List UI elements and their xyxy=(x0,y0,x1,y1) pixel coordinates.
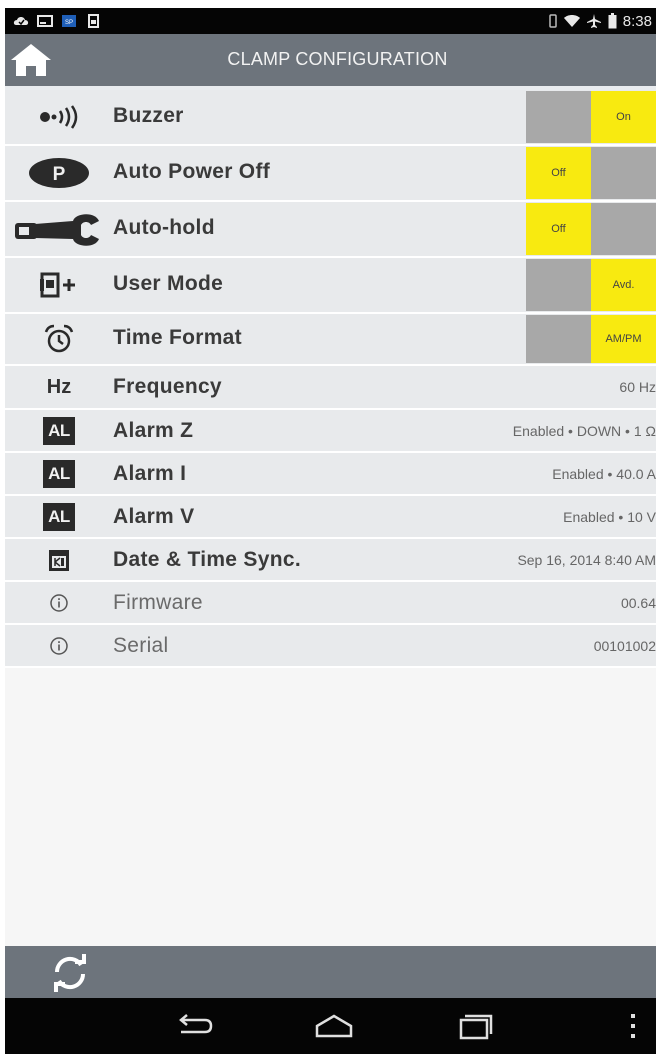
sim-icon xyxy=(88,14,99,28)
setting-label: Alarm V xyxy=(113,505,195,528)
setting-label: Time Format xyxy=(113,326,242,349)
setting-row-alarm-z[interactable]: AL Alarm Z Enabled • DOWN • 1 Ω xyxy=(5,410,656,453)
toggle-off-segment[interactable] xyxy=(526,315,591,363)
info-row-firmware: Firmware 00.64 xyxy=(5,582,656,625)
setting-value: Enabled • 40.0 A xyxy=(552,466,656,482)
toggle-on-segment[interactable] xyxy=(591,147,656,199)
info-icon xyxy=(13,582,105,623)
setting-label: Buzzer xyxy=(113,104,184,127)
cloud-icon xyxy=(13,17,29,26)
page-title: CLAMP CONFIGURATION xyxy=(227,49,448,69)
app-header: CLAMP CONFIGURATION xyxy=(5,34,656,86)
airplane-icon xyxy=(586,14,601,28)
recents-icon[interactable] xyxy=(455,1010,495,1042)
alarm-al-icon: AL xyxy=(13,496,105,537)
toggle-on-segment[interactable]: AM/PM xyxy=(591,315,656,363)
time-format-toggle[interactable]: AM/PM xyxy=(526,315,656,363)
user-mode-toggle[interactable]: Avd. xyxy=(526,259,656,311)
alarm-al-icon: AL xyxy=(13,453,105,494)
setting-value: Enabled • DOWN • 1 Ω xyxy=(512,423,656,439)
battery-icon xyxy=(608,13,617,29)
buzzer-toggle[interactable]: On xyxy=(526,91,656,143)
setting-label: Alarm Z xyxy=(113,419,194,442)
buzzer-icon xyxy=(13,90,105,144)
setting-row-alarm-v[interactable]: AL Alarm V Enabled • 10 V xyxy=(5,496,656,539)
user-mode-icon xyxy=(13,258,105,312)
svg-text:P: P xyxy=(53,164,66,185)
status-left-icons: SP xyxy=(13,11,101,31)
setting-row-date-time-sync[interactable]: Date & Time Sync. Sep 16, 2014 8:40 AM xyxy=(5,539,656,582)
bottom-toolbar xyxy=(5,946,656,998)
status-right-icons: 8:38 xyxy=(548,11,652,31)
power-p-icon: P xyxy=(13,146,105,200)
toggle-on-segment[interactable]: Avd. xyxy=(591,259,656,311)
wifi-icon xyxy=(563,15,580,27)
settings-list: Buzzer On P Auto Power Off Off Auto-hold xyxy=(5,90,656,668)
toggle-on-segment[interactable]: On xyxy=(591,91,656,143)
setting-row-buzzer[interactable]: Buzzer On xyxy=(5,90,656,146)
vibrate-icon xyxy=(549,14,557,28)
info-label: Serial xyxy=(113,634,169,657)
setting-label: Frequency xyxy=(113,375,222,398)
auto-hold-toggle[interactable]: Off xyxy=(526,203,656,255)
toggle-off-segment[interactable] xyxy=(526,259,591,311)
app-frame: SP 8:38 CLAMP CONFIGURATION Buzzer On P … xyxy=(5,8,656,1054)
status-bar: SP 8:38 xyxy=(5,8,656,34)
svg-text:SP: SP xyxy=(65,20,73,26)
app-badge-icon: SP xyxy=(62,15,76,27)
setting-label: Auto-hold xyxy=(113,216,215,239)
clamp-icon xyxy=(13,202,105,256)
sync-calendar-icon xyxy=(13,539,105,580)
setting-label: Date & Time Sync. xyxy=(113,548,301,571)
overflow-menu-icon[interactable] xyxy=(625,1010,641,1042)
info-value: 00.64 xyxy=(620,595,656,611)
info-row-serial: Serial 00101002 xyxy=(5,625,656,668)
refresh-icon[interactable] xyxy=(49,952,91,994)
setting-value: 60 Hz xyxy=(619,379,656,395)
setting-label: Alarm I xyxy=(113,462,187,485)
auto-power-off-toggle[interactable]: Off xyxy=(526,147,656,199)
setting-row-user-mode[interactable]: User Mode Avd. xyxy=(5,258,656,314)
toggle-off-segment[interactable]: Off xyxy=(526,203,591,255)
setting-row-time-format[interactable]: Time Format AM/PM xyxy=(5,314,656,366)
setting-row-auto-hold[interactable]: Auto-hold Off xyxy=(5,202,656,258)
alarm-al-icon: AL xyxy=(13,410,105,451)
back-icon[interactable] xyxy=(173,1010,213,1042)
setting-value: Sep 16, 2014 8:40 AM xyxy=(517,552,656,568)
toggle-off-segment[interactable] xyxy=(526,91,591,143)
setting-label: User Mode xyxy=(113,272,224,295)
hz-icon: Hz xyxy=(46,375,72,398)
toggle-off-segment[interactable]: Off xyxy=(526,147,591,199)
alarm-clock-icon xyxy=(13,314,105,364)
info-label: Firmware xyxy=(113,591,203,614)
toggle-on-segment[interactable] xyxy=(591,203,656,255)
setting-value: Enabled • 10 V xyxy=(563,509,656,525)
setting-row-alarm-i[interactable]: AL Alarm I Enabled • 40.0 A xyxy=(5,453,656,496)
status-time: 8:38 xyxy=(622,12,652,30)
home-nav-icon[interactable] xyxy=(313,1010,355,1042)
setting-row-auto-power-off[interactable]: P Auto Power Off Off xyxy=(5,146,656,202)
system-nav-bar xyxy=(5,998,656,1054)
screen-icon xyxy=(37,15,53,27)
setting-label: Auto Power Off xyxy=(113,160,271,183)
info-value: 00101002 xyxy=(593,638,656,654)
info-icon xyxy=(13,625,105,666)
setting-row-frequency[interactable]: Hz Frequency 60 Hz xyxy=(5,366,656,410)
